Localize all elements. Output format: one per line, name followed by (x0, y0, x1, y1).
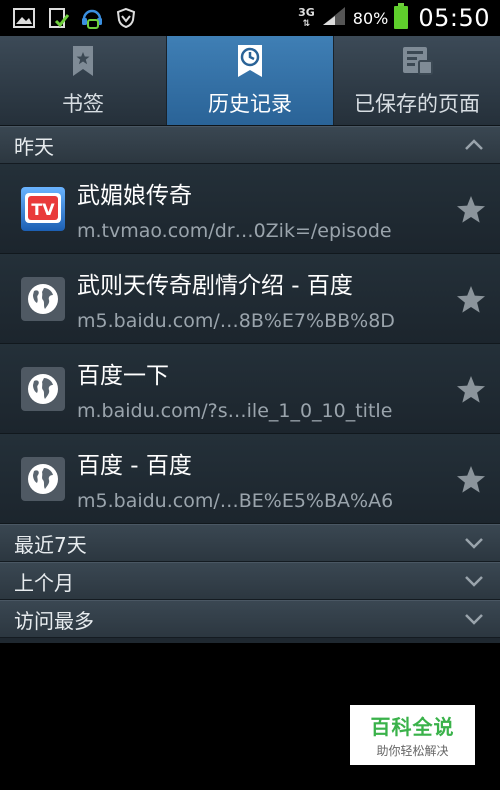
history-clock-icon (233, 44, 267, 78)
status-bar: 3G ⇅ 80% 05:50 (0, 0, 500, 36)
headset-chat-icon (80, 6, 104, 30)
watermark-subtitle: 助你轻松解决 (376, 744, 449, 758)
chevron-up-icon (462, 133, 486, 157)
chevron-down-icon (462, 531, 486, 555)
group-header-most-visited[interactable]: 访问最多 (0, 600, 500, 638)
tvmao-logo-icon: TV (21, 186, 65, 231)
svg-text:TV: TV (31, 200, 55, 219)
history-item[interactable]: 百度一下 m.baidu.com/?s…ile_1_0_10_title (0, 344, 500, 434)
group-label: 最近7天 (14, 532, 87, 557)
history-item-title: 武媚娘传奇 (77, 182, 192, 209)
tab-bookmarks[interactable]: 书签 (0, 36, 167, 125)
history-item-url: m.tvmao.com/dr…0Zik=/episode (77, 219, 392, 242)
history-item[interactable]: TV 武媚娘传奇 m.tvmao.com/dr…0Zik=/episode (0, 164, 500, 254)
bookmark-icon (66, 44, 100, 78)
history-item-title: 武则天传奇剧情介绍 - 百度 (77, 272, 353, 299)
history-item[interactable]: 百度 - 百度 m5.baidu.com/…BE%E5%BA%A6 (0, 434, 500, 524)
star-bookmark-icon[interactable] (456, 375, 486, 405)
globe-icon (21, 276, 65, 321)
tab-history[interactable]: 历史记录 (167, 36, 334, 125)
chevron-down-icon (462, 607, 486, 631)
saved-pages-icon (400, 44, 434, 78)
battery-percent: 80% (352, 8, 389, 28)
tab-label-saved-pages: 已保存的页面 (354, 91, 480, 116)
network-type-label: 3G ⇅ (298, 5, 315, 29)
star-bookmark-icon[interactable] (456, 195, 486, 225)
signal-strength-icon (321, 5, 347, 31)
shield-icon (114, 6, 138, 30)
status-clock: 05:50 (418, 4, 490, 32)
star-bookmark-icon[interactable] (456, 285, 486, 315)
tab-label-history: 历史记录 (208, 91, 292, 116)
tab-saved-pages[interactable]: 已保存的页面 (334, 36, 500, 125)
globe-icon (21, 456, 65, 501)
history-item-url: m5.baidu.com/…BE%E5%BA%A6 (77, 489, 394, 512)
watermark-logo: 百科全说 助你轻松解决 (350, 705, 475, 765)
history-item-title: 百度一下 (77, 362, 169, 389)
group-header-last-7-days[interactable]: 最近7天 (0, 524, 500, 562)
history-item-url: m.baidu.com/?s…ile_1_0_10_title (77, 399, 393, 422)
chevron-down-icon (462, 569, 486, 593)
download-complete-icon (46, 6, 70, 30)
group-label: 上个月 (14, 570, 74, 595)
tab-label-bookmarks: 书签 (62, 91, 104, 116)
browser-tab-bar: 书签 历史记录 已保存的页面 (0, 36, 500, 126)
group-header-last-month[interactable]: 上个月 (0, 562, 500, 600)
group-label: 访问最多 (14, 608, 94, 633)
history-item-title: 百度 - 百度 (77, 452, 192, 479)
group-header-yesterday[interactable]: 昨天 (0, 126, 500, 164)
battery-icon (394, 3, 409, 33)
star-bookmark-icon[interactable] (456, 465, 486, 495)
history-item-url: m5.baidu.com/…8B%E7%BB%8D (77, 309, 395, 332)
gallery-notification-icon (12, 6, 36, 30)
history-panel: 昨天 TV 武媚娘传奇 m.tvmao.com/dr…0Zik=/episode… (0, 126, 500, 643)
watermark-title: 百科全说 (370, 715, 455, 739)
globe-icon (21, 366, 65, 411)
history-item[interactable]: 武则天传奇剧情介绍 - 百度 m5.baidu.com/…8B%E7%BB%8D (0, 254, 500, 344)
group-label: 昨天 (14, 134, 54, 159)
